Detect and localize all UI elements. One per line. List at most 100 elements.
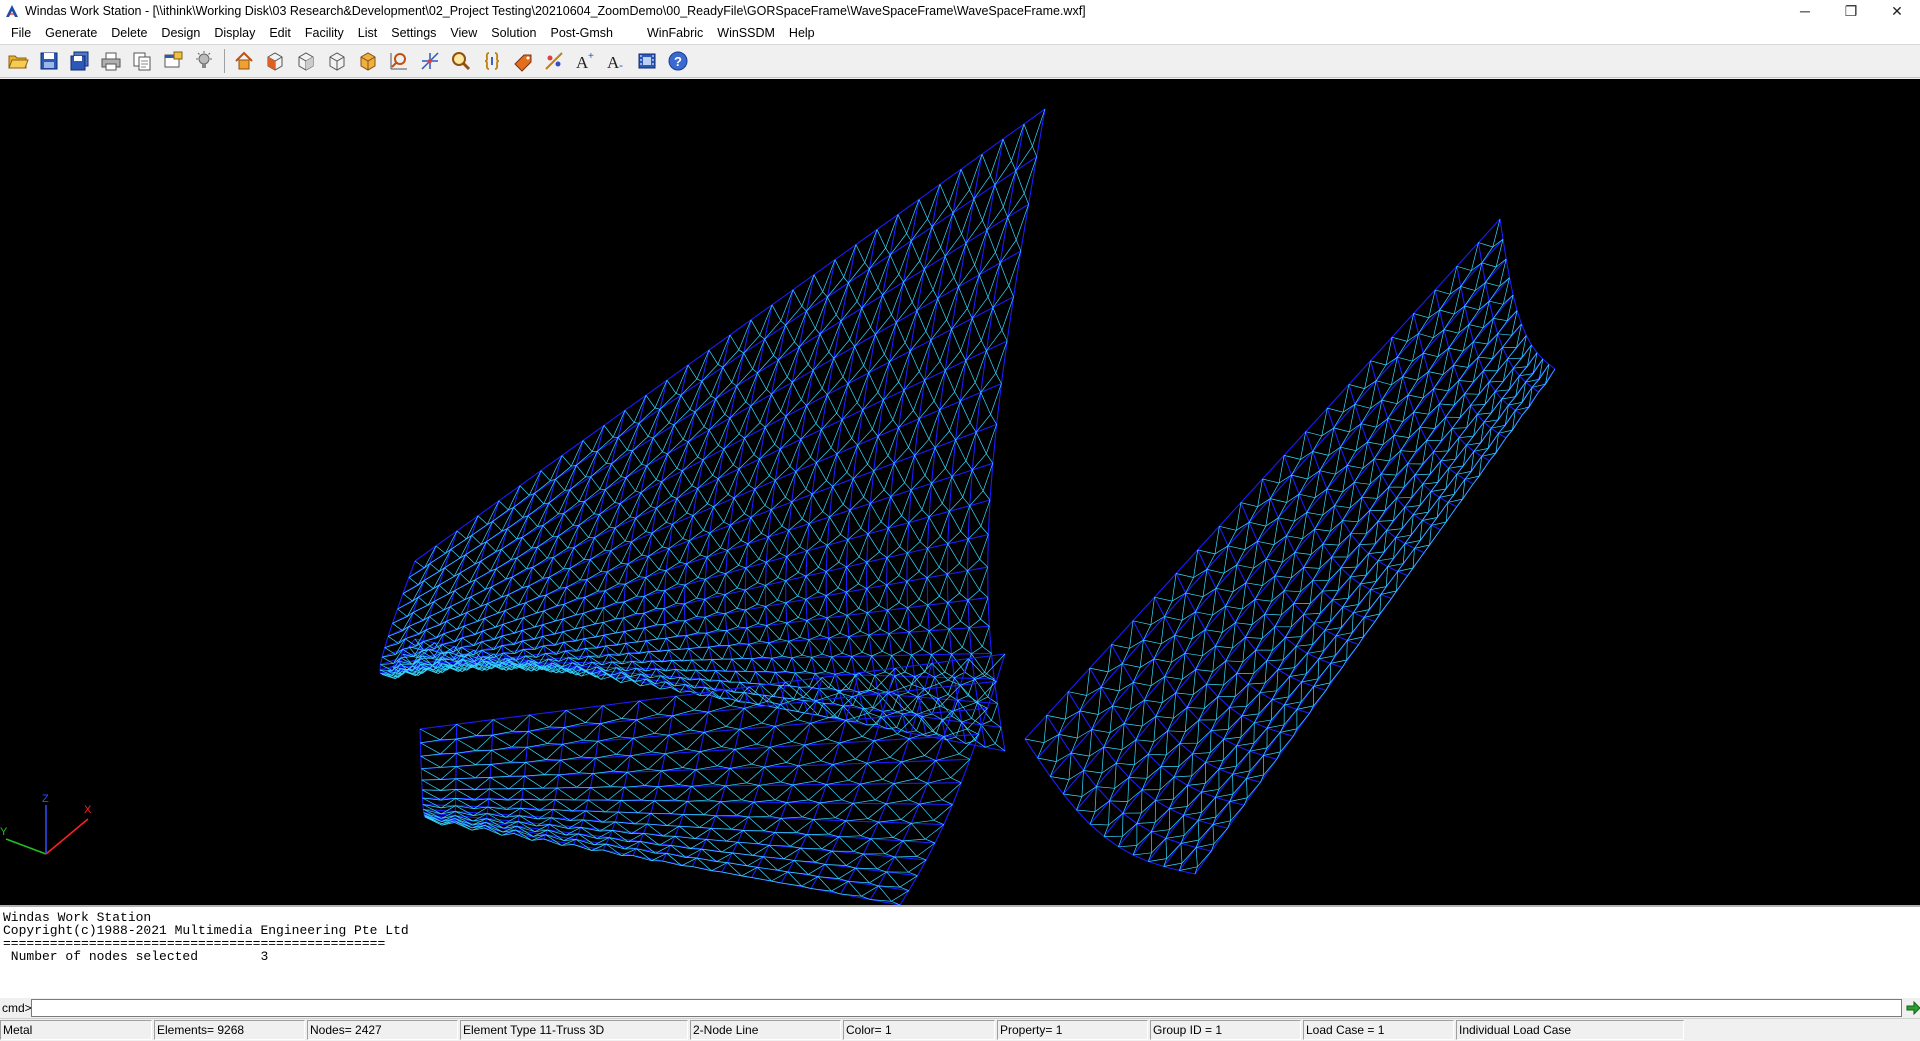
truss-member <box>443 633 455 643</box>
truss-member <box>635 517 646 532</box>
menu-edit[interactable]: Edit <box>262 22 298 44</box>
text-size-down-icon[interactable]: A- <box>601 47 630 76</box>
menu-facility[interactable]: Facility <box>298 22 351 44</box>
truss-member <box>1525 381 1533 388</box>
truss-member <box>1127 777 1130 802</box>
copy-icon[interactable] <box>127 47 156 76</box>
menu-settings[interactable]: Settings <box>384 22 443 44</box>
truss-member <box>1531 344 1538 354</box>
truss-member <box>1249 755 1264 772</box>
truss-member <box>1342 520 1359 523</box>
menu-winfabric[interactable]: WinFabric <box>640 22 710 44</box>
truss-member <box>1340 544 1360 569</box>
truss-member <box>1274 626 1286 638</box>
truss-member <box>1271 696 1289 700</box>
front-view-icon[interactable] <box>260 47 289 76</box>
text-size-up-icon[interactable]: A + <box>570 47 599 76</box>
truss-member <box>684 578 706 586</box>
home-view-icon[interactable] <box>229 47 258 76</box>
truss-member <box>623 601 637 614</box>
zoom-fit-icon[interactable] <box>384 47 413 76</box>
truss-member <box>669 669 677 680</box>
open-folder-icon[interactable] <box>3 47 32 76</box>
truss-member <box>1413 313 1429 319</box>
tag-icon[interactable] <box>508 47 537 76</box>
truss-member <box>791 488 807 503</box>
truss-member <box>1128 777 1143 791</box>
truss-member <box>895 282 905 323</box>
truss-member <box>756 585 766 605</box>
truss-member <box>664 584 686 592</box>
truss-member <box>1198 824 1214 841</box>
print-icon[interactable] <box>96 47 125 76</box>
truss-member <box>1396 357 1404 377</box>
truss-member <box>1422 352 1429 372</box>
save-all-icon[interactable] <box>65 47 94 76</box>
truss-member <box>1507 347 1517 359</box>
truss-member <box>779 638 789 642</box>
menu-post-gmsh[interactable]: Post-Gmsh <box>543 22 620 44</box>
truss-member <box>486 813 488 819</box>
truss-member <box>552 535 559 538</box>
truss-member <box>572 661 593 664</box>
side-view-icon[interactable] <box>291 47 320 76</box>
truss-member <box>802 518 810 524</box>
light-icon[interactable] <box>189 47 218 76</box>
truss-member <box>774 416 787 445</box>
truss-member <box>1391 357 1398 385</box>
truss-member <box>1468 309 1480 325</box>
menu-view[interactable]: View <box>443 22 484 44</box>
truss-member <box>488 788 491 799</box>
truss-member <box>1477 242 1483 263</box>
model-viewport[interactable]: X Y Z <box>0 79 1920 905</box>
truss-member <box>1395 528 1403 538</box>
iso-view-icon[interactable] <box>353 47 382 76</box>
truss-member <box>608 503 621 528</box>
truss-member <box>1108 800 1110 826</box>
menu-design[interactable]: Design <box>154 22 207 44</box>
braces-icon[interactable] <box>477 47 506 76</box>
menu-solution[interactable]: Solution <box>484 22 543 44</box>
menu-generate[interactable]: Generate <box>38 22 104 44</box>
top-view-icon[interactable] <box>322 47 351 76</box>
node-tool-icon[interactable] <box>539 47 568 76</box>
axis-icon[interactable] <box>415 47 444 76</box>
truss-member <box>806 310 816 329</box>
truss-member <box>1222 739 1225 761</box>
truss-member <box>1481 262 1486 283</box>
truss-member <box>1147 753 1162 767</box>
help-icon[interactable]: ? <box>663 47 692 76</box>
menu-file[interactable]: File <box>4 22 38 44</box>
truss-member <box>771 304 782 321</box>
truss-member <box>1241 715 1255 724</box>
film-icon[interactable] <box>632 47 661 76</box>
truss-member <box>1495 381 1504 392</box>
menu-delete[interactable]: Delete <box>104 22 154 44</box>
menu-list[interactable]: List <box>351 22 384 44</box>
close-button[interactable]: ✕ <box>1874 0 1920 22</box>
truss-member <box>1518 375 1526 383</box>
menu-help[interactable]: Help <box>782 22 822 44</box>
minimize-button[interactable]: ─ <box>1782 0 1828 22</box>
truss-member <box>927 604 941 624</box>
truss-member <box>839 615 848 634</box>
menu-winssdm[interactable]: WinSSDM <box>710 22 782 44</box>
truss-member <box>835 282 849 316</box>
menu-display[interactable]: Display <box>207 22 262 44</box>
truss-member <box>1234 673 1238 697</box>
truss-member <box>498 500 509 511</box>
truss-member <box>1254 722 1268 729</box>
truss-member <box>1024 715 1048 740</box>
truss-member <box>1247 660 1268 685</box>
truss-member <box>719 680 726 691</box>
truss-member <box>1448 467 1458 475</box>
truss-member <box>528 567 534 587</box>
truss-member <box>1091 714 1099 730</box>
truss-member <box>730 525 742 541</box>
restore-button[interactable]: ❐ <box>1828 0 1874 22</box>
window-icon[interactable] <box>158 47 187 76</box>
truss-member <box>1217 696 1230 708</box>
save-icon[interactable] <box>34 47 63 76</box>
zoom-icon[interactable] <box>446 47 475 76</box>
truss-member <box>1181 653 1186 680</box>
